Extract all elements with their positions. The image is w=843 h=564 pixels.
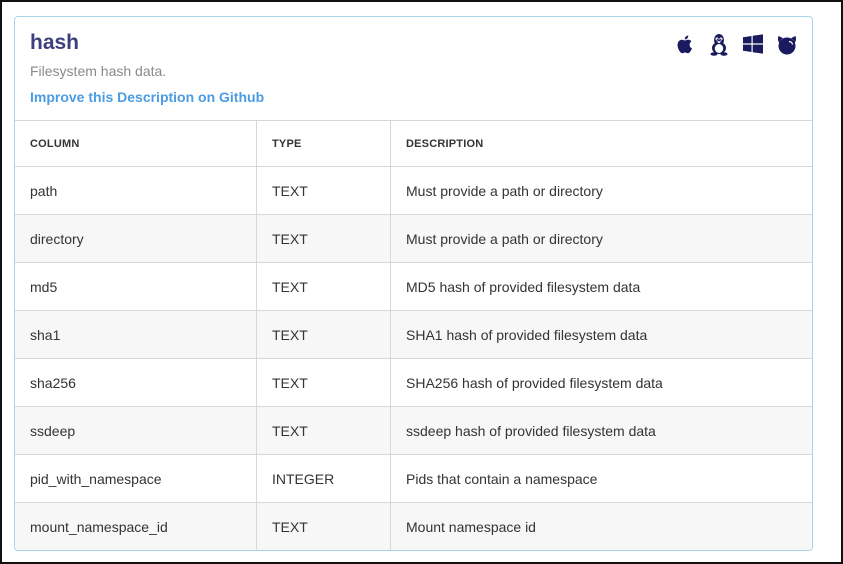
column-name-cell: mount_namespace_id bbox=[15, 502, 257, 550]
column-header-column: COLUMN bbox=[15, 120, 257, 167]
column-header-type: TYPE bbox=[256, 120, 391, 167]
table-row: mount_namespace_id TEXT Mount namespace … bbox=[15, 502, 812, 550]
page-frame: hash Filesystem hash data. Improve this … bbox=[0, 0, 843, 564]
improve-description-link[interactable]: Improve this Description on Github bbox=[30, 89, 264, 105]
column-description-cell: Must provide a path or directory bbox=[390, 214, 812, 263]
table-description: Filesystem hash data. bbox=[30, 63, 167, 79]
table-row: path TEXT Must provide a path or directo… bbox=[15, 166, 812, 215]
column-name-cell: sha1 bbox=[15, 310, 257, 359]
column-description-cell: SHA1 hash of provided filesystem data bbox=[390, 310, 812, 359]
columns-table: COLUMN TYPE DESCRIPTION path TEXT Must p… bbox=[15, 120, 812, 550]
apple-icon[interactable] bbox=[672, 31, 698, 57]
card-header: hash Filesystem hash data. Improve this … bbox=[15, 17, 812, 120]
column-description-cell: Must provide a path or directory bbox=[390, 166, 812, 215]
column-description-cell: SHA256 hash of provided filesystem data bbox=[390, 358, 812, 407]
column-type-cell: TEXT bbox=[256, 262, 391, 311]
column-name-cell: sha256 bbox=[15, 358, 257, 407]
column-name-cell: directory bbox=[15, 214, 257, 263]
column-description-cell: Pids that contain a namespace bbox=[390, 454, 812, 503]
table-row: sha1 TEXT SHA1 hash of provided filesyst… bbox=[15, 310, 812, 359]
column-type-cell: TEXT bbox=[256, 310, 391, 359]
column-description-cell: Mount namespace id bbox=[390, 502, 812, 550]
freebsd-icon[interactable] bbox=[774, 31, 800, 57]
column-description-cell: MD5 hash of provided filesystem data bbox=[390, 262, 812, 311]
table-row: md5 TEXT MD5 hash of provided filesystem… bbox=[15, 262, 812, 311]
column-description-cell: ssdeep hash of provided filesystem data bbox=[390, 406, 812, 455]
table-card: hash Filesystem hash data. Improve this … bbox=[14, 16, 813, 551]
platform-icons bbox=[672, 31, 800, 57]
table-header-row: COLUMN TYPE DESCRIPTION bbox=[15, 120, 812, 167]
table-title: hash bbox=[30, 31, 80, 54]
column-type-cell: TEXT bbox=[256, 166, 391, 215]
column-name-cell: md5 bbox=[15, 262, 257, 311]
column-type-cell: INTEGER bbox=[256, 454, 391, 503]
column-type-cell: TEXT bbox=[256, 214, 391, 263]
linux-icon[interactable] bbox=[706, 31, 732, 57]
column-name-cell: pid_with_namespace bbox=[15, 454, 257, 503]
column-type-cell: TEXT bbox=[256, 502, 391, 550]
column-name-cell: ssdeep bbox=[15, 406, 257, 455]
windows-icon[interactable] bbox=[740, 31, 766, 57]
table-row: pid_with_namespace INTEGER Pids that con… bbox=[15, 454, 812, 503]
table-row: sha256 TEXT SHA256 hash of provided file… bbox=[15, 358, 812, 407]
column-header-description: DESCRIPTION bbox=[390, 120, 812, 167]
column-name-cell: path bbox=[15, 166, 257, 215]
column-type-cell: TEXT bbox=[256, 406, 391, 455]
table-row: directory TEXT Must provide a path or di… bbox=[15, 214, 812, 263]
column-type-cell: TEXT bbox=[256, 358, 391, 407]
table-row: ssdeep TEXT ssdeep hash of provided file… bbox=[15, 406, 812, 455]
